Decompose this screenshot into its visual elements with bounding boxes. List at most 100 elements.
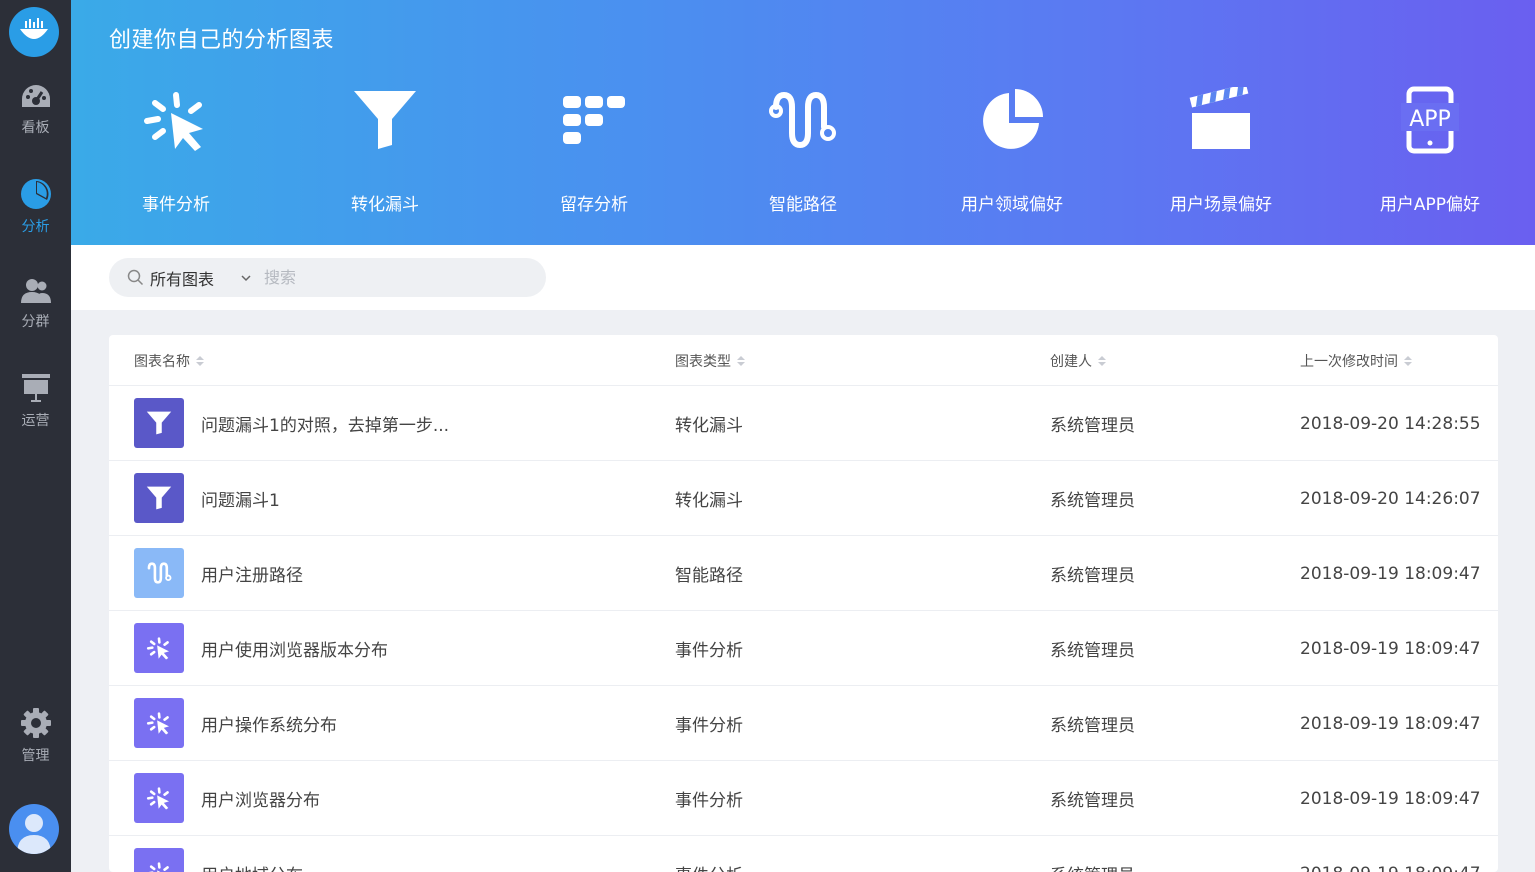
user-icon (17, 814, 51, 854)
nav-item-settings[interactable]: 管理 (0, 696, 71, 776)
chart-name: 问题漏斗1的对照，去掉第一步... (201, 416, 450, 436)
modified-time: 2018-09-19 18:09:47 (1300, 788, 1481, 809)
sidebar: 看板 分析 分群 运营 管理 (0, 0, 71, 872)
search-input[interactable] (264, 268, 505, 287)
column-header-owner[interactable]: 创建人 (1050, 335, 1106, 386)
table-row[interactable]: 用户操作系统分布 事件分析 系统管理员 2018-09-19 18:09:47 (109, 686, 1498, 761)
chart-owner: 系统管理员 (1050, 491, 1135, 511)
pie-slice-icon (983, 89, 1043, 149)
chart-filter-select[interactable]: 所有图表 (127, 266, 252, 290)
nav-label: 分析 (21, 219, 50, 235)
table-row[interactable]: 用户使用浏览器版本分布 事件分析 系统管理员 2018-09-19 18:09:47 (109, 611, 1498, 686)
chart-type-scene-preference[interactable]: 用户场景偏好 (1151, 80, 1291, 230)
chart-type-app-preference[interactable]: APP 用户APP偏好 (1360, 80, 1500, 230)
chart-type: 事件分析 (675, 836, 743, 872)
chart-type-label: 事件分析 (142, 195, 210, 215)
column-header-modified[interactable]: 上一次修改时间 (1300, 335, 1412, 386)
chart-type: 事件分析 (675, 791, 743, 811)
presentation-icon (21, 374, 50, 402)
click-burst-icon (134, 773, 184, 823)
chart-name: 用户浏览器分布 (201, 791, 320, 811)
gear-icon (20, 708, 51, 738)
sort-icon (196, 355, 204, 366)
chart-type: 事件分析 (675, 716, 743, 736)
chart-type: 转化漏斗 (675, 416, 743, 436)
nav-label: 运营 (21, 413, 50, 429)
chart-type: 事件分析 (675, 641, 743, 661)
search-icon (127, 269, 144, 286)
create-chart-banner: 创建你自己的分析图表 事件分析 转化漏斗 留存分析 智能路径 用户领域偏好 用户… (71, 0, 1535, 245)
chart-type-domain-preference[interactable]: 用户领域偏好 (942, 80, 1082, 230)
user-avatar[interactable] (9, 804, 59, 854)
logo-icon (20, 18, 48, 39)
retention-grid-icon (563, 96, 625, 144)
chart-name: 问题漏斗1 (201, 491, 280, 511)
click-burst-icon (134, 698, 184, 748)
toolbar: 所有图表 (71, 245, 1535, 310)
modified-time: 2018-09-19 18:09:47 (1300, 638, 1481, 659)
chart-type-label: 转化漏斗 (351, 195, 419, 215)
sort-icon (1098, 355, 1106, 366)
chart-type-retention[interactable]: 留存分析 (524, 80, 664, 230)
table-body: 问题漏斗1的对照，去掉第一步... 转化漏斗 系统管理员 2018-09-20 14:… (109, 386, 1498, 872)
chart-type-label: 用户领域偏好 (961, 195, 1063, 215)
chart-owner: 系统管理员 (1050, 716, 1135, 736)
chart-name: 用户注册路径 (201, 566, 303, 586)
app-logo[interactable] (9, 7, 59, 57)
banner-title: 创建你自己的分析图表 (109, 28, 335, 53)
nav-label: 管理 (21, 748, 50, 764)
search-box: 所有图表 (109, 258, 546, 297)
modified-time: 2018-09-19 18:09:47 (1300, 563, 1481, 584)
funnel-icon (354, 91, 416, 149)
filter-value: 所有图表 (150, 269, 215, 289)
chart-owner: 系统管理员 (1050, 416, 1135, 436)
table-header: 图表名称 图表类型 创建人 上一次修改时间 (109, 335, 1498, 386)
chart-name: 用户地域分布 (201, 836, 303, 872)
modified-time: 2018-09-20 14:28:55 (1300, 413, 1481, 434)
funnel-icon (134, 473, 184, 523)
path-icon (134, 548, 184, 598)
chart-type-label: 智能路径 (769, 195, 837, 215)
modified-time: 2018-09-19 18:09:47 (1300, 836, 1481, 872)
chart-type: 转化漏斗 (675, 491, 743, 511)
chart-owner: 系统管理员 (1050, 641, 1135, 661)
table-row[interactable]: 问题漏斗1 转化漏斗 系统管理员 2018-09-20 14:26:07 (109, 461, 1498, 536)
chart-owner: 系统管理员 (1050, 836, 1135, 872)
pie-chart-icon (20, 179, 51, 209)
nav-label: 看板 (21, 120, 50, 136)
app-icon-text: APP (1409, 107, 1451, 132)
funnel-icon (134, 398, 184, 448)
sort-icon (1404, 355, 1412, 366)
chart-type-event-analysis[interactable]: 事件分析 (106, 80, 246, 230)
column-header-type[interactable]: 图表类型 (675, 335, 745, 386)
chevron-down-icon (241, 274, 251, 281)
nav-item-analysis[interactable]: 分析 (0, 167, 71, 247)
phone-app-icon: APP (1401, 86, 1459, 154)
chart-type-label: 留存分析 (560, 195, 628, 215)
chart-type-smart-path[interactable]: 智能路径 (733, 80, 873, 230)
click-burst-icon (134, 623, 184, 673)
table-row[interactable]: 用户浏览器分布 事件分析 系统管理员 2018-09-19 18:09:47 (109, 761, 1498, 836)
nav-item-segments[interactable]: 分群 (0, 264, 71, 344)
chart-type-funnel[interactable]: 转化漏斗 (315, 80, 455, 230)
chart-owner: 系统管理员 (1050, 566, 1135, 586)
nav-label: 分群 (21, 314, 50, 330)
click-burst-icon (144, 92, 203, 151)
modified-time: 2018-09-19 18:09:47 (1300, 713, 1481, 734)
clapperboard-icon (1189, 87, 1250, 149)
chart-owner: 系统管理员 (1050, 791, 1135, 811)
column-header-name[interactable]: 图表名称 (134, 335, 204, 386)
nav-item-dashboard[interactable]: 看板 (0, 70, 71, 150)
click-burst-icon (134, 848, 184, 872)
modified-time: 2018-09-20 14:26:07 (1300, 488, 1481, 509)
users-icon (20, 279, 51, 303)
nav-item-operations[interactable]: 运营 (0, 361, 71, 441)
table-row[interactable]: 问题漏斗1的对照，去掉第一步... 转化漏斗 系统管理员 2018-09-20 14:… (109, 386, 1498, 461)
chart-type: 智能路径 (675, 566, 743, 586)
table-row[interactable]: 用户注册路径 智能路径 系统管理员 2018-09-19 18:09:47 (109, 536, 1498, 611)
table-row[interactable]: 用户地域分布 事件分析 系统管理员 2018-09-19 18:09:47 (109, 836, 1498, 872)
dashboard-icon (21, 85, 50, 107)
sort-icon (737, 355, 745, 366)
path-icon (769, 91, 836, 149)
chart-type-label: 用户APP偏好 (1379, 195, 1481, 215)
